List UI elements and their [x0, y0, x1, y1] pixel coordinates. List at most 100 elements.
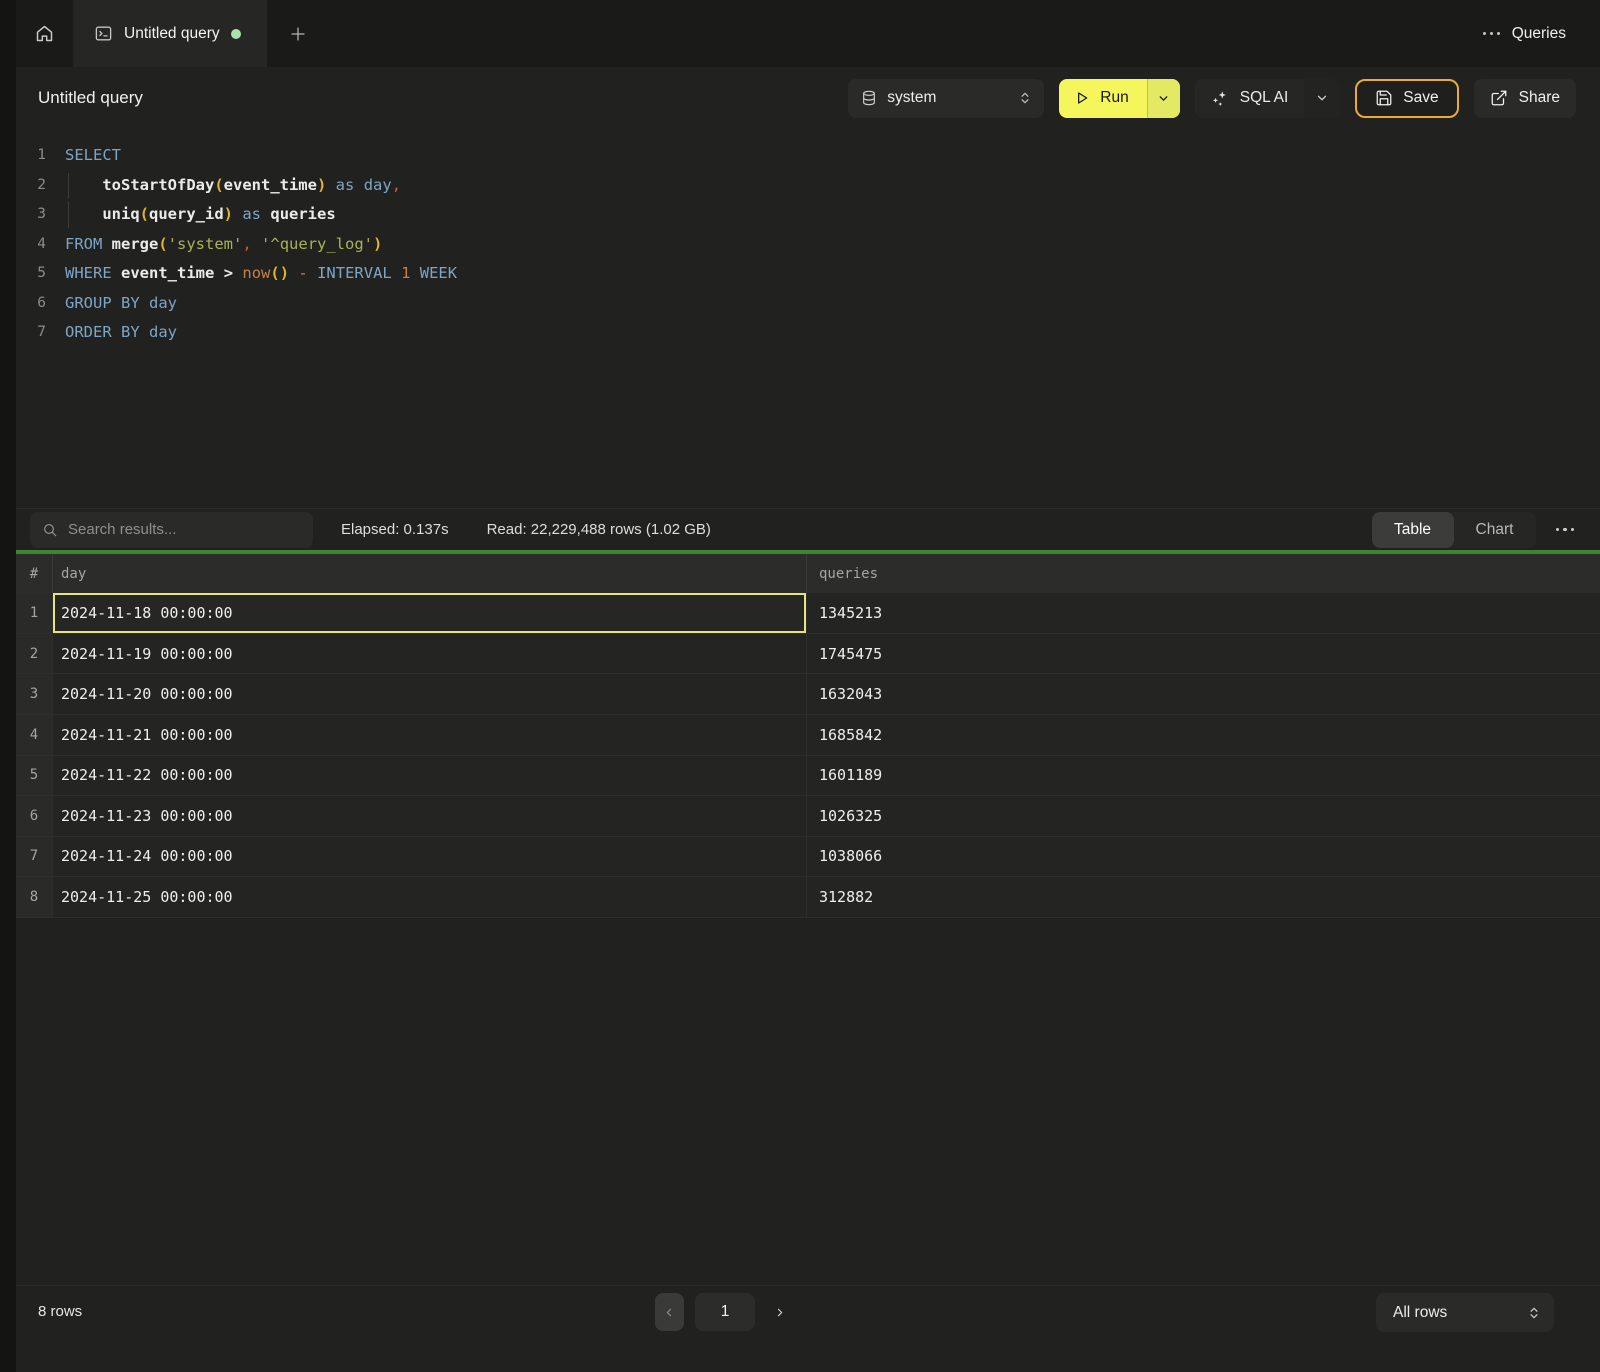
select-caret-icon [1018, 90, 1032, 106]
sql-ai-button[interactable]: SQL AI [1195, 79, 1305, 118]
table-row: 22024-11-19 00:00:001745475 [16, 634, 1600, 675]
code-line[interactable]: 3 uniq(query_id) as queries [16, 200, 1600, 230]
select-caret-icon [1527, 1305, 1541, 1321]
row-index[interactable]: 3 [16, 674, 52, 714]
table-row: 42024-11-21 00:00:001685842 [16, 715, 1600, 756]
cell-day[interactable]: 2024-11-23 00:00:00 [52, 796, 806, 836]
code-line[interactable]: 4FROM merge('system', '^query_log') [16, 230, 1600, 260]
cell-day[interactable]: 2024-11-19 00:00:00 [52, 634, 806, 674]
code-line[interactable]: 1SELECT [16, 141, 1600, 171]
code-line[interactable]: 5WHERE event_time > now() - INTERVAL 1 W… [16, 259, 1600, 289]
cell-day[interactable]: 2024-11-24 00:00:00 [52, 837, 806, 877]
table-row: 52024-11-22 00:00:001601189 [16, 756, 1600, 797]
sql-editor[interactable]: 1SELECT2 toStartOfDay(event_time) as day… [16, 129, 1600, 508]
table-row: 62024-11-23 00:00:001026325 [16, 796, 1600, 837]
share-icon [1490, 89, 1508, 107]
cell-day[interactable]: 2024-11-18 00:00:00 [52, 593, 806, 633]
cell-queries[interactable]: 1345213 [806, 593, 1600, 633]
cell-day[interactable]: 2024-11-22 00:00:00 [52, 756, 806, 796]
run-button-group: Run [1059, 79, 1179, 118]
save-icon [1375, 89, 1393, 107]
rows-per-page-selector[interactable]: All rows [1376, 1293, 1554, 1332]
database-selector[interactable]: system [848, 79, 1044, 118]
column-header-day[interactable]: day [52, 554, 806, 593]
left-edge-strip [0, 0, 16, 1372]
play-icon [1074, 90, 1090, 106]
database-icon [861, 89, 877, 107]
share-label: Share [1519, 89, 1560, 107]
search-icon [42, 522, 58, 538]
row-index[interactable]: 5 [16, 756, 52, 796]
table-row: 12024-11-18 00:00:001345213 [16, 593, 1600, 634]
row-index[interactable]: 8 [16, 877, 52, 917]
cell-queries[interactable]: 1026325 [806, 796, 1600, 836]
cell-queries[interactable]: 1601189 [806, 756, 1600, 796]
next-page-button[interactable] [766, 1293, 792, 1331]
line-number: 3 [16, 200, 46, 230]
row-index[interactable]: 6 [16, 796, 52, 836]
unsaved-changes-dot [231, 29, 241, 39]
rows-count: 8 rows [38, 1303, 82, 1320]
cell-day[interactable]: 2024-11-21 00:00:00 [52, 715, 806, 755]
queries-panel-toggle[interactable]: Queries [1483, 0, 1600, 67]
run-label: Run [1100, 89, 1128, 107]
results-more-button[interactable] [1554, 522, 1577, 538]
table-row: 32024-11-20 00:00:001632043 [16, 674, 1600, 715]
code-line[interactable]: 7ORDER BY day [16, 318, 1600, 348]
pagination: 1 [655, 1293, 792, 1331]
row-index[interactable]: 7 [16, 837, 52, 877]
search-results-box[interactable] [30, 512, 313, 548]
column-header-index[interactable]: # [16, 566, 52, 582]
row-index[interactable]: 1 [16, 593, 52, 633]
console-icon [94, 24, 113, 43]
line-number: 4 [16, 230, 46, 260]
column-header-queries[interactable]: queries [806, 554, 1600, 593]
cell-day[interactable]: 2024-11-20 00:00:00 [52, 674, 806, 714]
current-page-button[interactable]: 1 [695, 1293, 755, 1331]
table-header-row: # day queries [16, 554, 1600, 593]
tab-chart-view[interactable]: Chart [1454, 512, 1536, 548]
search-results-input[interactable] [68, 521, 301, 538]
sql-ai-button-group: SQL AI [1195, 79, 1341, 118]
elapsed-stat: Elapsed: 0.137s [341, 521, 449, 538]
more-icon [1556, 528, 1560, 532]
sql-ai-options-button[interactable] [1304, 79, 1340, 118]
chevron-left-icon [663, 1306, 676, 1319]
sql-console-app: Untitled query Queries Untitled query [0, 0, 1600, 1372]
cell-queries[interactable]: 1745475 [806, 634, 1600, 674]
row-index[interactable]: 2 [16, 634, 52, 674]
tab-table-view[interactable]: Table [1372, 512, 1454, 548]
more-icon [1483, 32, 1500, 35]
table-row: 72024-11-24 00:00:001038066 [16, 837, 1600, 878]
new-tab-button[interactable] [267, 0, 329, 67]
cell-queries[interactable]: 1038066 [806, 837, 1600, 877]
tab-bar: Untitled query Queries [16, 0, 1600, 67]
tab-untitled-query[interactable]: Untitled query [74, 0, 267, 67]
view-toggle: Table Chart [1372, 512, 1536, 548]
queries-label: Queries [1512, 25, 1566, 43]
home-button[interactable] [16, 0, 74, 67]
share-button[interactable]: Share [1474, 79, 1576, 118]
code-line[interactable]: 6GROUP BY day [16, 289, 1600, 319]
run-button[interactable]: Run [1059, 79, 1146, 118]
cell-day[interactable]: 2024-11-25 00:00:00 [52, 877, 806, 917]
table-body: 12024-11-18 00:00:00134521322024-11-19 0… [16, 593, 1600, 918]
run-options-button[interactable] [1147, 79, 1180, 118]
cell-queries[interactable]: 312882 [806, 877, 1600, 917]
cell-queries[interactable]: 1685842 [806, 715, 1600, 755]
database-selector-value: system [887, 89, 936, 107]
results-table: # day queries 12024-11-18 00:00:00134521… [16, 554, 1600, 918]
line-number: 2 [16, 171, 46, 201]
line-number: 5 [16, 259, 46, 289]
code-line[interactable]: 2 toStartOfDay(event_time) as day, [16, 171, 1600, 201]
row-index[interactable]: 4 [16, 715, 52, 755]
previous-page-button[interactable] [655, 1293, 684, 1331]
query-header: Untitled query system [16, 67, 1600, 129]
line-number: 6 [16, 289, 46, 319]
sql-ai-label: SQL AI [1240, 89, 1289, 107]
cell-queries[interactable]: 1632043 [806, 674, 1600, 714]
plus-icon [289, 25, 307, 43]
tab-title: Untitled query [124, 25, 220, 43]
results-footer: 8 rows 1 All rows [16, 1285, 1600, 1372]
save-button[interactable]: Save [1355, 79, 1458, 118]
